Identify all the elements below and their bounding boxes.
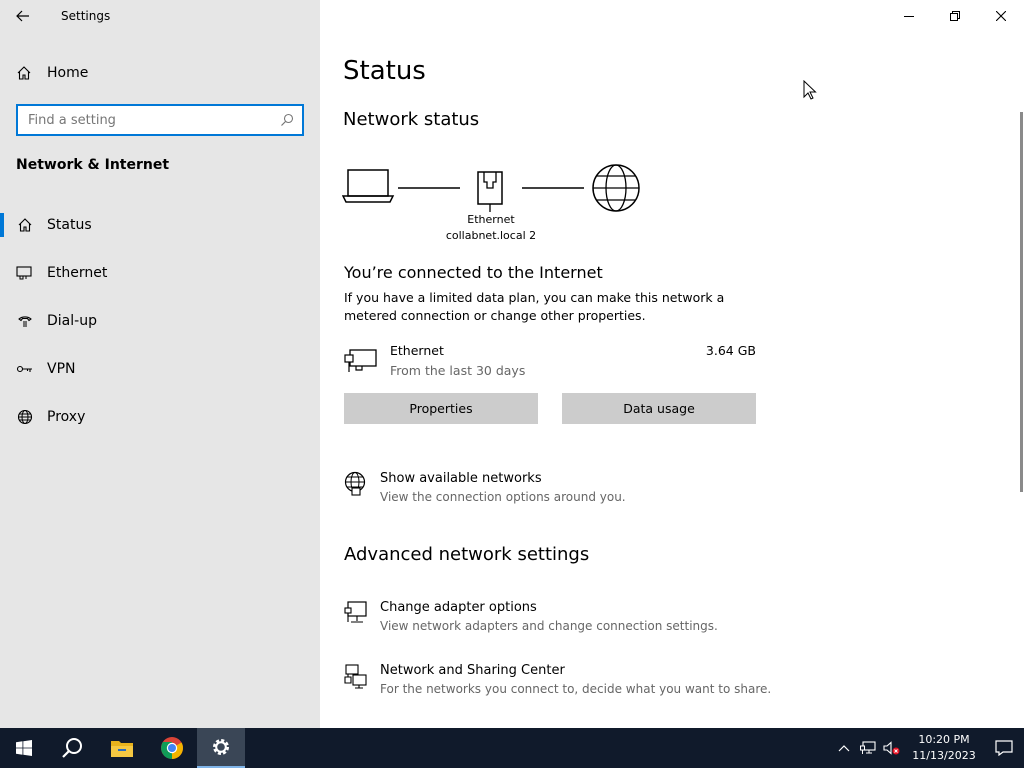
dialup-icon [16,312,34,330]
sharing-center-icon [344,664,367,689]
advanced-settings-heading: Advanced network settings [344,544,590,565]
show-networks-title: Show available networks [380,471,542,486]
taskbar: 10:20 PM 11/13/2023 [0,728,1024,768]
network-name-label: collabnet.local 2 [445,229,537,242]
minimize-button[interactable] [886,0,932,32]
search-icon [281,113,294,126]
windows-logo-icon [16,740,32,756]
action-center-button[interactable] [984,728,1024,768]
connection-status-description: If you have a limited data plan, you can… [344,290,725,323]
change-adapter-options-link[interactable]: Change adapter options View network adap… [344,600,804,640]
restore-icon [950,11,960,21]
sidebar-item-vpn[interactable]: VPN [0,345,320,393]
network-diagram: Ethernet collabnet.local 2 [342,160,652,250]
network-adapter-icon [344,601,367,623]
sidebar-item-label: Status [47,217,92,233]
search-box[interactable] [16,104,304,136]
show-hidden-icons-button[interactable] [832,728,856,768]
title-bar: Settings [0,0,320,32]
globe-icon [16,408,34,426]
sidebar-item-label: VPN [47,361,76,377]
sidebar-nav: Status Ethernet Dial-up VPN Proxy [0,201,320,441]
back-arrow-icon [16,10,29,22]
home-nav-item[interactable]: Home [16,60,88,86]
clock-time: 10:20 PM [918,733,970,746]
usage-amount: 3.64 GB [705,343,756,358]
sidebar-item-label: Ethernet [47,265,108,281]
network-sharing-center-description: For the networks you connect to, decide … [380,682,772,696]
clock[interactable]: 10:20 PM 11/13/2023 [904,732,984,764]
ethernet-icon [16,264,34,282]
properties-button[interactable]: Properties [344,393,538,424]
search-icon [62,738,82,758]
usage-adapter-name: Ethernet [390,343,444,358]
ethernet-port-icon [477,171,503,212]
clock-date: 11/13/2023 [912,749,976,762]
chevron-up-icon [838,745,850,752]
window-controls [886,0,1024,32]
network-sharing-center-link[interactable]: Network and Sharing Center For the netwo… [344,663,804,703]
usage-period: From the last 30 days [390,363,526,378]
sidebar-item-label: Proxy [47,409,86,425]
sidebar-item-ethernet[interactable]: Ethernet [0,249,320,297]
home-status-icon [16,216,34,234]
connection-status-title: You’re connected to the Internet [344,263,603,282]
sidebar: Settings Home Network & Internet Status … [0,0,320,728]
close-icon [996,11,1006,21]
minimize-icon [904,16,914,17]
gear-icon [213,739,229,755]
folder-icon [111,741,133,757]
start-button[interactable] [0,728,48,768]
sidebar-item-dialup[interactable]: Dial-up [0,297,320,345]
main-content: Status Network status Ethernet collabnet… [320,0,1024,728]
notification-icon [995,740,1013,756]
ethernet-adapter-icon [344,349,377,372]
chrome-icon [161,737,183,759]
sidebar-item-label: Dial-up [47,313,97,329]
scrollbar[interactable] [1020,112,1023,492]
system-tray: 10:20 PM 11/13/2023 [832,728,1024,768]
mouse-cursor-icon [803,80,817,100]
network-sharing-center-title: Network and Sharing Center [380,663,565,678]
laptop-icon [342,169,395,203]
data-usage-button[interactable]: Data usage [562,393,756,424]
search-taskbar-button[interactable] [48,728,96,768]
network-tray-button[interactable] [856,728,880,768]
globe-network-icon [344,471,366,496]
change-adapter-options-title: Change adapter options [380,600,537,615]
back-button[interactable] [0,0,46,32]
change-adapter-options-description: View network adapters and change connect… [380,619,718,633]
vpn-icon [16,360,34,378]
search-input[interactable] [28,112,280,128]
file-explorer-button[interactable] [98,728,146,768]
show-networks-description: View the connection options around you. [380,490,626,504]
volume-muted-icon [883,741,900,755]
app-title: Settings [61,9,111,23]
show-networks-link[interactable]: Show available networks View the connect… [344,471,804,511]
section-title: Network & Internet [16,157,170,173]
settings-taskbar-button[interactable] [197,728,245,768]
adapter-name-label: Ethernet [467,213,515,226]
close-button[interactable] [978,0,1024,32]
volume-tray-button[interactable] [880,728,904,768]
network-status-heading: Network status [343,109,480,130]
page-title: Status [343,56,426,86]
home-label: Home [47,65,89,81]
chrome-button[interactable] [148,728,196,768]
data-usage-row: Ethernet From the last 30 days 3.64 GB [344,342,756,382]
sidebar-item-proxy[interactable]: Proxy [0,393,320,441]
restore-button[interactable] [932,0,978,32]
sidebar-item-status[interactable]: Status [0,201,320,249]
network-tray-icon [860,741,876,754]
globe-internet-icon [592,164,640,212]
home-icon [17,66,31,80]
